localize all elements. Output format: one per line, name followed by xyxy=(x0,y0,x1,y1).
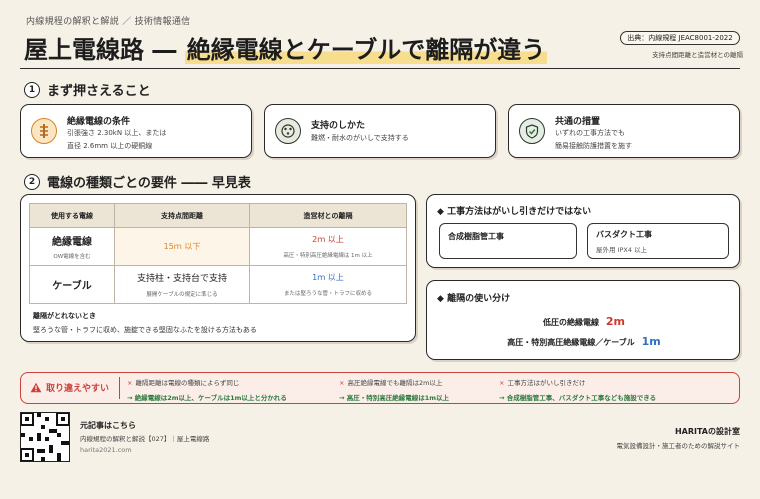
cross-icon: × xyxy=(127,379,133,387)
card-title: 共通の措置 xyxy=(555,117,601,127)
clearance-value: 1ｍ 以上 xyxy=(312,273,344,282)
section1-number: 1 xyxy=(24,81,40,98)
support-method: 支持柱・支持台で支持 xyxy=(136,274,227,284)
mistake-fix: → 合成樹脂管工事、バスダクト工事なども施設できる xyxy=(499,394,657,402)
clearance-value-blue: 1m xyxy=(641,335,661,348)
clearance-value: 2ｍ 以上 xyxy=(312,235,344,244)
table-row: ケーブル 支持柱・支持台で支持 展開ケーブルの規定に準じる 1ｍ 以上 または堅… xyxy=(29,265,407,304)
section2-title: 電線の種類ごとの要件 ―― 早見表 xyxy=(47,176,251,191)
mistakes-label-text: 取り違えやすい xyxy=(46,384,110,394)
insulated-wire-icon xyxy=(31,118,57,144)
page-title: 屋上電線路 ― 絶縁電線とケーブルで離隔が違う xyxy=(24,30,548,65)
card-text-line: いずれの工事方法でも xyxy=(555,129,625,137)
method-sub: 屋外用 IPX4 以上 xyxy=(596,246,648,254)
clearance-label: 低圧の絶縁電線 xyxy=(543,318,600,327)
cross-icon: × xyxy=(339,379,345,387)
clearance-value-red: 2m xyxy=(605,315,625,328)
methods-panel: ◆ 工事方法はがいし引きだけではない 合成樹脂管工事 バスダクト工事 屋外用 I… xyxy=(426,194,740,268)
column-header: 支持点間距離 xyxy=(114,203,250,228)
mistake-wrong: 離隔距離は電線の種類によらず同じ xyxy=(135,379,240,387)
qr-code[interactable] xyxy=(19,411,71,463)
brand-tagline: 電気設備設計・施工者のための解説サイト xyxy=(616,442,741,450)
table-cell: ケーブル xyxy=(29,265,115,304)
brand-name: HARITAの設計室 xyxy=(674,427,740,436)
section2-heading: 2 電線の種類ごとの要件 ―― 早見表 xyxy=(24,172,251,191)
note-text: 堅ろうな管・トラフに収め、施錠できる堅固なふたを設ける方法もある xyxy=(33,326,257,334)
method-title: 合成樹脂管工事 xyxy=(448,232,504,241)
mistake-wrong: 高圧絶縁電線でも離隔は2m以上 xyxy=(347,379,443,387)
clearance-title: ◆ 離隔の使い分け xyxy=(437,291,510,304)
source-subtitle: 支持点間距離と造営材との離隔 xyxy=(652,51,743,59)
methods-title-text: 工事方法はがいし引きだけではない xyxy=(447,207,592,217)
clearance-title-text: 離隔の使い分け xyxy=(447,294,511,304)
card-text-line: 直径 2.6mm 以上の硬銅線 xyxy=(67,142,153,150)
table-cell: 1ｍ 以上 または堅ろうな管・トラフに収める xyxy=(249,265,407,304)
card-text: 難燃・耐水のがいしで支持する xyxy=(311,132,409,145)
wire-type: 絶縁電線 xyxy=(52,237,92,248)
table-cell: 15ｍ 以下 xyxy=(114,227,250,266)
clearance-note: 高圧・特別高圧絶縁電線は 1m 以上 xyxy=(283,253,373,259)
method-card-resin-conduit: 合成樹脂管工事 xyxy=(439,223,577,259)
page-title-prefix: 屋上電線路 ― xyxy=(24,36,185,64)
diamond-bullet-icon: ◆ xyxy=(437,207,448,217)
column-header: 造営材との離隔 xyxy=(249,203,407,228)
card-text-line: 難燃・耐水のがいしで支持する xyxy=(311,134,409,142)
table-cell: 絶縁電線 OW電線を含む xyxy=(29,227,115,266)
shield-check-icon xyxy=(519,118,545,144)
wire-type-note: OW電線を含む xyxy=(53,254,91,260)
table-header-row: 使用する電線 支持点間距離 造営材との離隔 xyxy=(29,203,407,228)
method-title: バスダクト工事 xyxy=(596,230,652,239)
method-card-busduct: バスダクト工事 屋外用 IPX4 以上 xyxy=(587,223,729,259)
column-header: 使用する電線 xyxy=(29,203,115,228)
header-divider xyxy=(20,68,740,69)
origin-article-link[interactable]: 内線規程の解釈と解説【027】｜屋上電線路 xyxy=(80,433,209,443)
card-text: 引張強さ 2.30kN 以上、または 直径 2.6mm 以上の硬銅線 xyxy=(67,127,166,153)
note-title: 離隔がとれないとき xyxy=(33,312,96,320)
mistake-item: × 工事方法はがいし引きだけ → 合成樹脂管工事、バスダクト工事なども施設できる xyxy=(499,377,656,402)
mistake-fix: → 絶縁電線は2m以上、ケーブルは1m以上と分かれる xyxy=(127,394,287,402)
origin-title: 元記事はこちら xyxy=(80,421,136,430)
wire-type: ケーブル xyxy=(52,281,92,292)
mistake-fix: → 高圧・特別高圧絶縁電線は1m以上 xyxy=(339,394,450,402)
table-row: 絶縁電線 OW電線を含む 15ｍ 以下 2ｍ 以上 高圧・特別高圧絶縁電線は 1… xyxy=(29,227,407,266)
card-text-line: 簡易接触防護措置を施す xyxy=(555,142,632,150)
table-cell: 支持柱・支持台で支持 展開ケーブルの規定に準じる xyxy=(114,265,250,304)
section2-number: 2 xyxy=(24,173,40,190)
mistakes-divider xyxy=(119,377,120,399)
common-mistakes-bar: 取り違えやすい × 離隔距離は電線の種類によらず同じ → 絶縁電線は2m以上、ケー… xyxy=(20,372,740,404)
page-title-highlight: 絶縁電線とケーブルで離隔が違う xyxy=(184,36,548,64)
mistake-wrong: 工事方法はがいし引きだけ xyxy=(507,379,586,387)
clearance-row-high-voltage: 高圧・特別高圧絶縁電線／ケーブル 1m xyxy=(427,335,741,348)
clearance-label: 高圧・特別高圧絶縁電線／ケーブル xyxy=(507,338,635,347)
cross-icon: × xyxy=(499,379,505,387)
origin-url[interactable]: harita2021.com xyxy=(80,446,132,454)
diamond-bullet-icon: ◆ xyxy=(437,294,448,304)
table-cell: 2ｍ 以上 高圧・特別高圧絶縁電線は 1m 以上 xyxy=(249,227,407,266)
support-distance: 15ｍ 以下 xyxy=(163,242,201,251)
insulator-support-icon xyxy=(275,118,301,144)
card-insulated-wire: 絶縁電線の条件 引張強さ 2.30kN 以上、または 直径 2.6mm 以上の硬… xyxy=(20,104,252,158)
card-common-measure: 共通の措置 いずれの工事方法でも 簡易接触防護措置を施す xyxy=(508,104,740,158)
section1-title: まず押さえること xyxy=(47,84,151,99)
card-title: 支持のしかた xyxy=(311,121,366,131)
clearance-note: または堅ろうな管・トラフに収める xyxy=(283,291,372,297)
card-title: 絶縁電線の条件 xyxy=(67,117,131,127)
requirements-table: 使用する電線 支持点間距離 造営材との離隔 絶縁電線 OW電線を含む 15ｍ 以… xyxy=(29,203,407,304)
source-badge: 出典：内線規程 JEAC8001-2022 xyxy=(620,31,740,45)
methods-title: ◆ 工事方法はがいし引きだけではない xyxy=(437,204,591,217)
clearance-panel: ◆ 離隔の使い分け 低圧の絶縁電線 2m 高圧・特別高圧絶縁電線／ケーブル 1m xyxy=(426,280,740,360)
mistake-item: × 高圧絶縁電線でも離隔は2m以上 → 高圧・特別高圧絶縁電線は1m以上 xyxy=(339,377,449,402)
card-text: いずれの工事方法でも 簡易接触防護措置を施す xyxy=(555,127,632,153)
card-support: 支持のしかた 難燃・耐水のがいしで支持する xyxy=(264,104,496,158)
card-text-line: 引張強さ 2.30kN 以上、または xyxy=(67,129,167,137)
mistakes-label: 取り違えやすい xyxy=(30,381,109,394)
support-note: 展開ケーブルの規定に準じる xyxy=(146,292,218,298)
clearance-row-low-voltage: 低圧の絶縁電線 2m xyxy=(427,315,741,328)
section1-heading: 1 まず押さえること xyxy=(24,80,151,99)
mistake-item: × 離隔距離は電線の種類によらず同じ → 絶縁電線は2m以上、ケーブルは1m以上と… xyxy=(127,377,287,402)
header-kicker: 内線規程の解釈と解説 ／ 技術情報通信 xyxy=(26,17,191,27)
requirements-panel: 使用する電線 支持点間距離 造営材との離隔 絶縁電線 OW電線を含む 15ｍ 以… xyxy=(20,194,416,342)
warning-icon xyxy=(30,382,42,393)
